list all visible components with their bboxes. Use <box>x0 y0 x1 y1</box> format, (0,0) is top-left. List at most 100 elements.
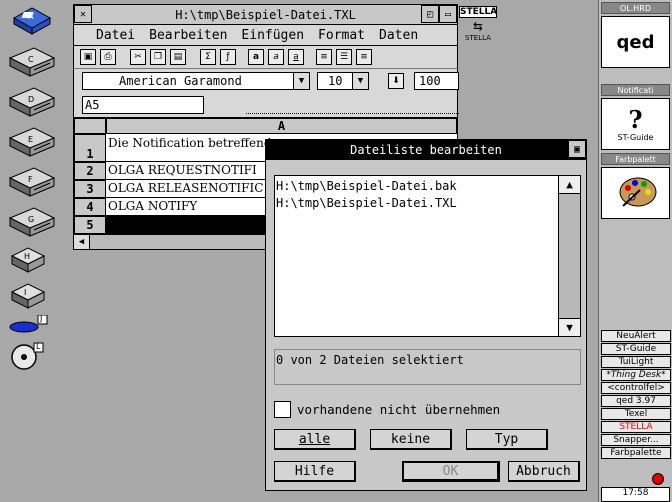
chevron-down-icon[interactable]: ▼ <box>352 73 368 89</box>
sidebar-app-item[interactable]: Texel <box>601 408 671 420</box>
drive-icon[interactable]: I <box>8 280 56 312</box>
stella-icon[interactable]: STELLA ⇆ STELLA <box>459 6 497 50</box>
right-sidebar: OL.HRD qed Notificati ? ST-Guide Farbpal… <box>598 0 672 502</box>
red-dot-icon[interactable] <box>652 473 664 485</box>
align-right-icon[interactable]: ≡ <box>356 49 372 65</box>
paste-icon[interactable]: ▤ <box>170 49 186 65</box>
scroll-up-icon[interactable]: ▲ <box>559 176 580 194</box>
menu-item[interactable]: Format <box>318 28 365 43</box>
sidebar-app-item[interactable]: Farbpalette <box>601 447 671 459</box>
file-list[interactable]: H:\tmp\Beispiel-Datei.bak H:\tmp\Beispiel… <box>274 175 581 337</box>
row-header[interactable]: 2 <box>74 162 106 180</box>
stguide-icon[interactable]: ? ST-Guide <box>601 98 670 150</box>
cancel-label: Abbruch <box>516 463 571 479</box>
drive-icon[interactable]: F <box>8 166 56 198</box>
format-bar: American Garamond ▼ 10 ▼ ⬇ 100 <box>74 69 459 93</box>
menu-item[interactable]: Einfügen <box>241 28 304 43</box>
drive-letter: H <box>24 252 31 261</box>
fuller-icon[interactable]: ◰ <box>421 5 439 23</box>
sidebar-app-item[interactable]: Snapper... <box>601 434 671 446</box>
copy-icon[interactable]: ❐ <box>150 49 166 65</box>
help-button[interactable]: Hilfe <box>274 461 356 482</box>
font-size-select[interactable]: 10 ▼ <box>317 72 369 90</box>
underline-icon[interactable]: a <box>288 49 304 65</box>
cancel-button[interactable]: Abbruch <box>508 461 580 482</box>
drive-letter: I <box>24 288 27 297</box>
drive-icon[interactable]: D <box>8 86 56 118</box>
file-list-dialog: Dateiliste bearbeiten ▣ H:\tmp\Beispiel-… <box>265 139 587 491</box>
menu-item[interactable]: Datei <box>96 28 135 43</box>
dialog-title: Dateiliste bearbeiten <box>350 142 502 157</box>
font-select[interactable]: American Garamond ▼ <box>82 72 310 90</box>
chevron-down-icon[interactable]: ▼ <box>293 73 309 89</box>
select-none-label: keine <box>390 431 431 447</box>
keep-existing-checkbox[interactable] <box>274 400 291 418</box>
notification-label: Notificati <box>601 84 670 96</box>
sidebar-app-item[interactable]: *Thing Desk* <box>601 369 671 381</box>
notification-label-text: Notificati <box>617 85 654 95</box>
menu-item[interactable]: Bearbeiten <box>149 28 227 43</box>
function-icon[interactable]: ƒ <box>220 49 236 65</box>
type-label: Typ <box>494 431 519 447</box>
stguide-label: ST-Guide <box>617 132 654 142</box>
select-none-button[interactable]: keine <box>370 429 452 450</box>
corner-cell[interactable] <box>74 118 106 134</box>
qed-icon[interactable]: qed <box>601 16 670 68</box>
type-button[interactable]: Typ <box>466 429 548 450</box>
sidebar-app-item[interactable]: <controlfel> <box>601 382 671 394</box>
print-icon[interactable]: ⎙ <box>100 49 116 65</box>
file-list-item[interactable]: H:\tmp\Beispiel-Datei.bak <box>276 178 580 195</box>
sidebar-app-item[interactable]: TuiLight <box>601 356 671 368</box>
drive-icon[interactable]: C <box>8 46 56 78</box>
main-window-titlebar[interactable]: ✕ H:\tmp\Beispiel-Datei.TXL ◰ ▭ <box>74 5 457 25</box>
clock-text: 17:58 <box>622 488 649 498</box>
row-header[interactable]: 1 <box>74 134 106 162</box>
iconify-icon[interactable]: ▭ <box>439 5 457 23</box>
select-all-button[interactable]: alle <box>274 429 356 450</box>
palette-icon[interactable] <box>601 167 670 219</box>
row-header[interactable]: 3 <box>74 180 106 198</box>
drive-icon[interactable]: H <box>8 244 56 276</box>
menu-item[interactable]: Daten <box>379 28 418 43</box>
qed-logo-text: qed <box>616 31 655 53</box>
save-icon[interactable]: ▣ <box>80 49 96 65</box>
sidebar-app-item[interactable]: ST-Guide <box>601 343 671 355</box>
bold-icon[interactable]: a <box>248 49 264 65</box>
zoom-field[interactable]: 100 <box>414 72 459 90</box>
close-icon[interactable]: ✕ <box>74 5 92 23</box>
drive-icon[interactable]: G <box>8 206 56 238</box>
select-all-label: alle <box>298 431 331 447</box>
sidebar-app-item[interactable]: qed 3.97 <box>601 395 671 407</box>
row-header[interactable]: 5 <box>74 216 106 234</box>
cell-reference-field[interactable]: A5 <box>82 96 204 114</box>
dialog-titlebar[interactable]: Dateiliste bearbeiten ▣ <box>266 140 586 160</box>
formula-input[interactable] <box>246 96 459 114</box>
column-header-label: A <box>277 119 286 133</box>
keep-existing-checkbox-row[interactable]: vorhandene nicht übernehmen <box>274 399 500 419</box>
align-center-icon[interactable]: ☰ <box>336 49 352 65</box>
file-list-items: H:\tmp\Beispiel-Datei.bak H:\tmp\Beispiel… <box>275 176 580 212</box>
selection-status-text: 0 von 2 Dateien selektiert <box>276 353 464 367</box>
scroll-down-icon[interactable]: ▼ <box>559 318 580 336</box>
row-header[interactable]: 4 <box>74 198 106 216</box>
italic-icon[interactable]: a <box>268 49 284 65</box>
sidebar-app-item[interactable]: STELLA <box>601 421 671 433</box>
cut-icon[interactable]: ✂ <box>130 49 146 65</box>
drive-letter: L <box>36 342 41 351</box>
vertical-scrollbar[interactable]: ▲ ▼ <box>558 176 580 336</box>
iconify-icon[interactable]: ▣ <box>568 140 586 158</box>
sidebar-header-text: OL.HRD <box>619 3 652 13</box>
arrow-down-icon[interactable]: ⬇ <box>388 73 404 89</box>
palette-label: Farbpalett <box>601 153 670 165</box>
scroll-left-icon[interactable]: ◀ <box>74 235 90 249</box>
drive-icon[interactable]: L <box>8 341 56 373</box>
column-header-a[interactable]: A <box>106 118 457 134</box>
sum-icon[interactable]: Σ <box>200 49 216 65</box>
menu-bar: Datei Bearbeiten Einfügen Format Daten <box>74 25 457 46</box>
ok-button[interactable]: OK <box>402 461 500 482</box>
drive-icon[interactable]: E <box>8 126 56 158</box>
file-list-item[interactable]: H:\tmp\Beispiel-Datei.TXL <box>276 195 580 212</box>
sidebar-app-item[interactable]: NeuAlert <box>601 330 671 342</box>
drive-icon[interactable]: A <box>8 6 56 38</box>
align-left-icon[interactable]: ≡ <box>316 49 332 65</box>
